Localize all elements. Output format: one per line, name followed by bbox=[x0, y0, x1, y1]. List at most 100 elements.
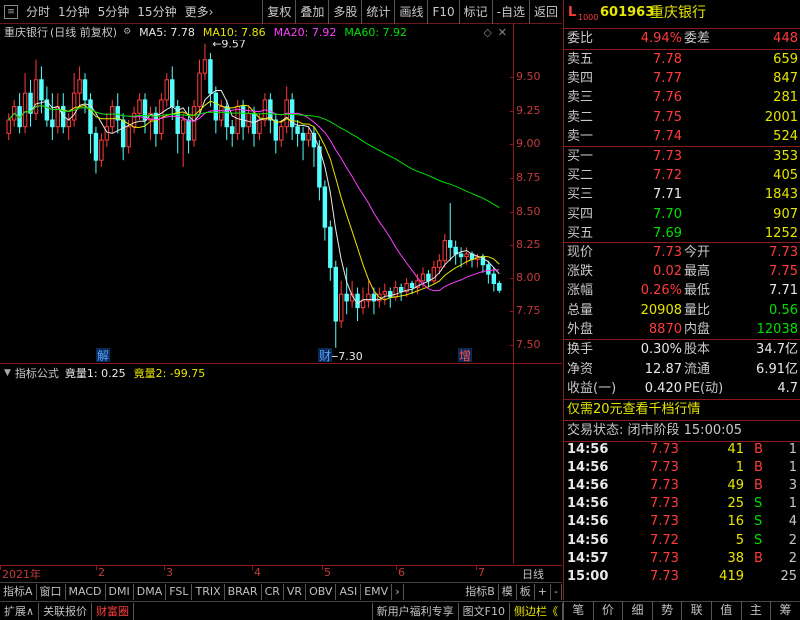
period-15min[interactable]: 15分钟 bbox=[133, 0, 180, 24]
draw-line-button[interactable]: 画线 bbox=[394, 0, 427, 24]
panel-tab[interactable]: 筹 bbox=[770, 601, 800, 620]
weibi-value: 4.94% bbox=[640, 31, 682, 46]
chevron-down-icon[interactable]: ▼ bbox=[4, 368, 11, 378]
panel-tab[interactable]: 细 bbox=[622, 601, 652, 620]
period-5min[interactable]: 5分钟 bbox=[94, 0, 134, 24]
price-tick: 8.75 bbox=[516, 171, 541, 184]
indicator-tab[interactable]: 模 bbox=[499, 583, 517, 600]
chart-mode[interactable]: (日线 前复权) bbox=[50, 24, 117, 40]
panel-tab[interactable]: 联 bbox=[681, 601, 711, 620]
event-marker[interactable]: 财 bbox=[319, 349, 331, 362]
ma10-label: MA10: 7.86 bbox=[202, 25, 266, 39]
book-row[interactable]: 卖四 7.77 847 bbox=[564, 70, 800, 88]
book-price: 7.75 bbox=[653, 109, 682, 125]
indicator-tab[interactable]: - bbox=[551, 583, 562, 600]
tick-row[interactable]: 14:56 7.73 49 B 3 bbox=[564, 477, 800, 495]
tick-mark bbox=[510, 178, 514, 179]
indicator-tab[interactable]: CR bbox=[262, 583, 284, 600]
panel-tab[interactable]: 笔 bbox=[563, 601, 593, 620]
price-tick: 7.50 bbox=[516, 338, 541, 351]
indicator-tab[interactable]: › bbox=[392, 583, 404, 600]
book-row[interactable]: 买二 7.72 405 bbox=[564, 167, 800, 185]
indicator-tab[interactable]: + bbox=[535, 583, 552, 600]
indicator-tab[interactable]: ASI bbox=[336, 583, 362, 600]
book-row[interactable]: 卖五 7.78 659 bbox=[564, 51, 800, 69]
indicator-tab[interactable]: BRAR bbox=[225, 583, 262, 600]
time-tick: 6 bbox=[398, 566, 405, 579]
indicator-tab[interactable]: DMA bbox=[134, 583, 167, 600]
panel-tab[interactable]: 主 bbox=[740, 601, 771, 620]
candlestick-chart[interactable]: ←9.57 ←7.30 解 财 增 bbox=[0, 40, 513, 362]
indicator-tab[interactable]: 板 bbox=[517, 583, 535, 600]
book-row[interactable]: 卖一 7.74 524 bbox=[564, 128, 800, 146]
indicator-tab[interactable]: 指标A bbox=[0, 583, 37, 600]
menu-icon[interactable]: ≡ bbox=[4, 4, 18, 19]
tick-row[interactable]: 14:56 7.73 25 S 1 bbox=[564, 495, 800, 513]
promo-row[interactable]: 仅需20元查看千档行情 bbox=[564, 401, 800, 419]
indicator-tab[interactable]: DMI bbox=[106, 583, 134, 600]
stat-label: 净资 bbox=[567, 361, 594, 377]
tick-row[interactable]: 14:57 7.73 38 B 2 bbox=[564, 550, 800, 568]
book-row[interactable]: 卖三 7.76 281 bbox=[564, 89, 800, 107]
new-user-button[interactable]: 新用户福利专享 bbox=[371, 602, 459, 620]
tick-row[interactable]: 14:56 7.73 41 B 1 bbox=[564, 441, 800, 459]
book-row[interactable]: 买三 7.71 1843 bbox=[564, 186, 800, 204]
indicator-tab[interactable]: OBV bbox=[306, 583, 337, 600]
indicator-title[interactable]: 指标公式 bbox=[15, 365, 59, 381]
indicator-tab[interactable]: 指标B bbox=[462, 583, 499, 600]
watchlist-button[interactable]: -自选 bbox=[491, 0, 529, 24]
quote-panel: L 1000 601963 重庆银行 委比 4.94% 委差 448 卖五 7.7… bbox=[563, 0, 800, 600]
stat-label: 收益(一) bbox=[567, 381, 617, 396]
indicator-tab[interactable]: TRIX bbox=[192, 583, 225, 600]
panel-tab[interactable]: 值 bbox=[711, 601, 741, 620]
indicator-tab[interactable]: FSL bbox=[166, 583, 193, 600]
book-price: 7.77 bbox=[653, 71, 682, 87]
candle-body bbox=[491, 273, 497, 284]
indicator-tab[interactable]: EMV bbox=[361, 583, 393, 600]
f10-text-button[interactable]: 图文F10 bbox=[459, 602, 510, 620]
period-minute[interactable]: 分时 bbox=[22, 0, 54, 24]
promo-text[interactable]: 仅需20元查看千档行情 bbox=[567, 401, 701, 419]
indicator-bar: ▼ 指标公式 竟量1: 0.25 竟量2: -99.75 bbox=[0, 364, 513, 382]
stat-label-2: 股本 bbox=[684, 342, 711, 357]
stats-button[interactable]: 统计 bbox=[361, 0, 394, 24]
tick-row[interactable]: 14:56 7.73 1 B 1 bbox=[564, 459, 800, 477]
tick-row[interactable]: 14:56 7.73 16 S 4 bbox=[564, 513, 800, 531]
f10-button[interactable]: F10 bbox=[427, 0, 458, 24]
period-more[interactable]: 更多› bbox=[181, 0, 218, 24]
overlay-button[interactable]: 叠加 bbox=[295, 0, 328, 24]
panel-tab[interactable]: 势 bbox=[651, 601, 682, 620]
book-price: 7.76 bbox=[653, 90, 682, 106]
expand-button[interactable]: 扩展∧ bbox=[0, 602, 40, 620]
event-marker[interactable]: 解 bbox=[97, 349, 109, 362]
book-row[interactable]: 卖二 7.75 2001 bbox=[564, 109, 800, 127]
candle-body bbox=[382, 291, 388, 295]
back-button[interactable]: 返回 bbox=[528, 0, 562, 24]
sidebar-toggle-button[interactable]: 侧边栏《 bbox=[510, 602, 563, 620]
level-prefix: L bbox=[568, 5, 577, 20]
related-quote-button[interactable]: 关联报价 bbox=[39, 602, 93, 620]
book-row[interactable]: 买五 7.69 1252 bbox=[564, 225, 800, 243]
panel-tab[interactable]: 价 bbox=[592, 601, 623, 620]
period-1min[interactable]: 1分钟 bbox=[54, 0, 94, 24]
tick-row[interactable]: 14:56 7.72 5 S 2 bbox=[564, 532, 800, 550]
indicator-tab[interactable]: MACD bbox=[66, 583, 106, 600]
event-marker[interactable]: 增 bbox=[459, 349, 471, 362]
book-row[interactable]: 买四 7.70 907 bbox=[564, 206, 800, 224]
fuquan-button[interactable]: 复权 bbox=[262, 0, 295, 24]
book-price: 7.69 bbox=[653, 225, 682, 241]
tick-volume: 5 bbox=[735, 532, 744, 548]
indicator-tab[interactable]: 窗口 bbox=[37, 583, 66, 600]
price-tick: 9.00 bbox=[516, 137, 541, 150]
book-row[interactable]: 买一 7.73 353 bbox=[564, 148, 800, 166]
wealth-circle-button[interactable]: 财富圈 bbox=[92, 602, 135, 620]
multi-stock-button[interactable]: 多股 bbox=[328, 0, 361, 24]
tick-row[interactable]: 15:00 7.73 419 25 bbox=[564, 568, 800, 586]
gear-icon[interactable]: ⚙ bbox=[123, 27, 131, 37]
close-icon[interactable]: ✕ bbox=[498, 26, 507, 39]
time-tick-mark bbox=[396, 566, 397, 570]
diamond-icon[interactable]: ◇ bbox=[483, 26, 491, 39]
indicator-tab[interactable]: VR bbox=[284, 583, 307, 600]
mark-button[interactable]: 标记 bbox=[458, 0, 492, 24]
tick-count: 1 bbox=[788, 496, 797, 512]
